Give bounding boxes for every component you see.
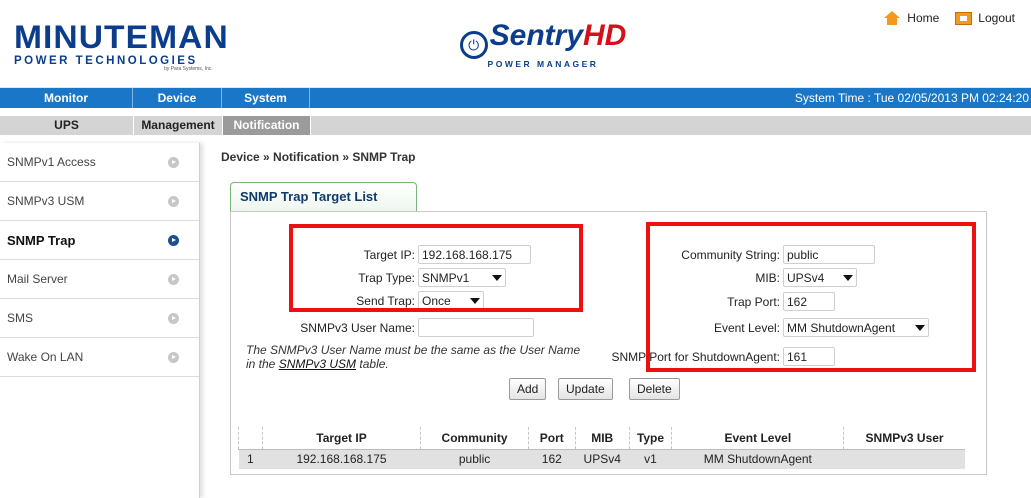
table-cell (843, 449, 965, 469)
sidebar-item-label: SNMP Trap (7, 232, 76, 248)
snmp-trap-panel: Target IP: Trap Type: SNMPv1 Send Trap: … (230, 211, 987, 475)
top-links: Home Logout (883, 11, 1015, 25)
table-cell: 162 (528, 449, 576, 469)
arrow-right-icon (168, 273, 179, 285)
home-label: Home (907, 11, 940, 25)
header: MINUTEMAN POWER TECHNOLOGIES by Para Sys… (0, 0, 1031, 88)
column-header: MIB (574, 427, 630, 450)
delete-button[interactable]: Delete (629, 378, 680, 400)
update-button[interactable]: Update (558, 378, 613, 400)
arrow-right-icon (168, 351, 179, 363)
column-header: Event Level (671, 427, 844, 450)
sidebar-item-snmpv1-access[interactable]: SNMPv1 Access (0, 143, 199, 182)
logout-label: Logout (978, 11, 1015, 25)
table-header-row: Target IP Community Port MIB Type Event … (238, 427, 965, 450)
column-header (238, 427, 263, 450)
secondary-nav: UPS Management Notification (0, 116, 1031, 135)
brand-tiny: by Para Systems, Inc. (164, 66, 213, 72)
sidebar-item-snmpv3-usm[interactable]: SNMPv3 USM (0, 182, 199, 221)
product-main: Sentry (489, 19, 584, 52)
tab-ups[interactable]: UPS (0, 116, 134, 135)
column-header: Target IP (261, 427, 421, 450)
system-time: System Time : Tue 02/05/2013 PM 02:24:20 (794, 91, 1029, 105)
tab-device[interactable]: Device (133, 88, 222, 108)
table-cell: public (420, 449, 529, 469)
product-sub: POWER MANAGER (487, 59, 599, 69)
sidebar-item-label: SNMPv3 USM (7, 194, 85, 208)
table-cell: MM ShutdownAgent (671, 449, 844, 469)
tab-management[interactable]: Management (134, 116, 223, 135)
home-icon (883, 11, 901, 25)
sidebar-item-label: SNMPv1 Access (7, 155, 96, 169)
home-link[interactable]: Home (883, 11, 939, 25)
sidebar-item-label: Wake On LAN (7, 350, 84, 364)
brand-word: MINUTEMAN (14, 19, 229, 55)
minuteman-logo: MINUTEMAN POWER TECHNOLOGIES by Para Sys… (14, 20, 234, 76)
sidebar-item-snmp-trap[interactable]: SNMP Trap (0, 221, 199, 260)
tab-system[interactable]: System (222, 88, 310, 108)
sidebar-item-wake-on-lan[interactable]: Wake On LAN (0, 338, 199, 377)
table-cell: 192.168.168.175 (262, 449, 421, 469)
product-hd: HD (583, 19, 627, 52)
arrow-right-icon (168, 195, 179, 207)
column-header: Community (420, 427, 529, 450)
sidebar: SNMPv1 Access SNMPv3 USM SNMP Trap Mail … (0, 143, 200, 498)
table-cell: UPSv4 (575, 449, 630, 469)
tab-notification[interactable]: Notification (223, 116, 311, 135)
sidebar-item-label: SMS (7, 311, 34, 325)
sentryhd-logo: ⏻ SentryHD POWER MANAGER (458, 18, 628, 80)
column-header: Type (628, 427, 672, 450)
highlight-box-left (289, 224, 583, 312)
column-header: Port (527, 427, 576, 450)
table-cell: v1 (629, 449, 672, 469)
power-plug-icon: ⏻ (459, 31, 488, 59)
breadcrumb: Device » Notification » SNMP Trap (221, 150, 416, 164)
add-button[interactable]: Add (509, 378, 547, 400)
tab-monitor[interactable]: Monitor (0, 88, 133, 108)
logout-link[interactable]: Logout (955, 11, 1015, 25)
table-row[interactable]: 1 192.168.168.175 public 162 UPSv4 v1 MM… (238, 449, 965, 469)
sidebar-item-mail-server[interactable]: Mail Server (0, 260, 199, 299)
column-header: SNMPv3 User (843, 427, 965, 450)
arrow-right-icon (168, 234, 179, 246)
sidebar-item-sms[interactable]: SMS (0, 299, 199, 338)
arrow-right-icon (168, 312, 179, 324)
logout-icon (955, 11, 973, 25)
trap-target-table: Target IP Community Port MIB Type Event … (238, 427, 965, 469)
table-cell: 1 (238, 449, 263, 469)
tab-snmp-trap-target-list[interactable]: SNMP Trap Target List (230, 182, 417, 212)
sidebar-item-label: Mail Server (7, 272, 68, 286)
primary-nav: Monitor Device System System Time : Tue … (0, 88, 1031, 108)
arrow-right-icon (168, 156, 179, 168)
highlight-box-right (646, 222, 976, 372)
